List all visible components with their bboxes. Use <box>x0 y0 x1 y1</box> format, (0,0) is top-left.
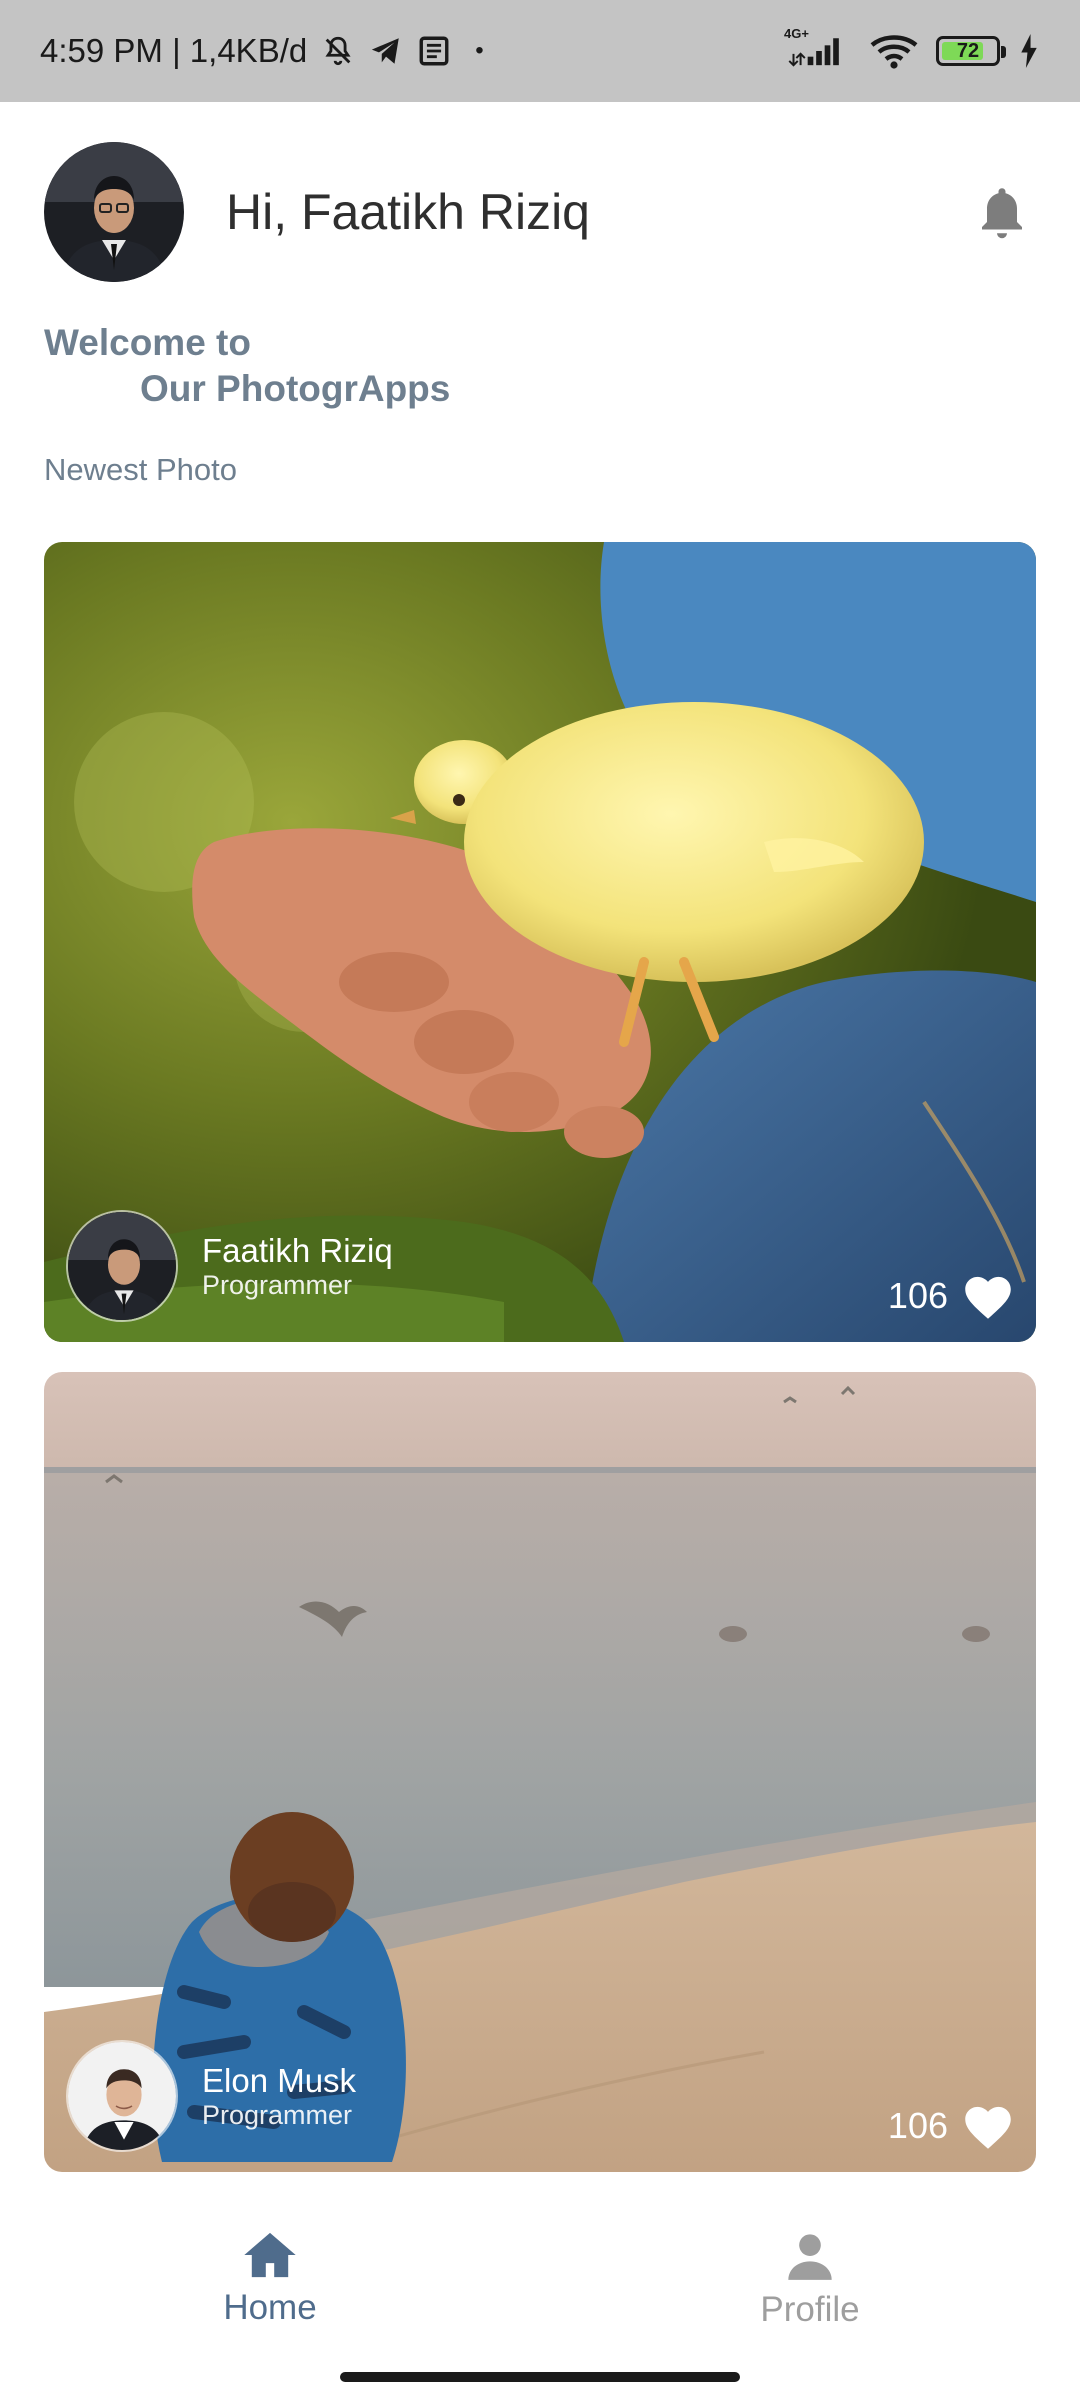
status-time: 4:59 PM | 1,4KB/d <box>40 32 308 69</box>
owner-role: Programmer <box>202 2100 353 2130</box>
section-title: Newest Photo <box>44 452 237 487</box>
gesture-home-bar[interactable] <box>340 2372 740 2382</box>
header: Hi, Faatikh Riziq <box>44 142 1036 282</box>
welcome-line-1: Welcome to <box>44 322 251 363</box>
nav-label-profile: Profile <box>760 2290 860 2329</box>
greeting-text: Hi, Faatikh Riziq <box>226 184 590 240</box>
news-icon <box>417 34 451 68</box>
owner-avatar[interactable] <box>66 1210 178 1322</box>
user-avatar[interactable] <box>44 142 184 282</box>
cellular-signal-icon: 4G+ <box>784 26 852 68</box>
battery-icon: 72 <box>936 36 1006 66</box>
notification-bell-icon[interactable] <box>972 182 1032 242</box>
home-icon <box>244 2232 296 2278</box>
like-count: 106 <box>887 2105 948 2146</box>
heart-icon[interactable] <box>962 1272 1014 1320</box>
battery-level: 72 <box>956 39 980 62</box>
charging-icon <box>1018 34 1040 68</box>
welcome-line-2: Our PhotogrApps <box>140 368 451 409</box>
owner-role: Programmer <box>202 1270 353 1300</box>
network-type: 4G+ <box>784 26 809 41</box>
owner-name: Faatikh Riziq <box>202 1232 393 1269</box>
owner-avatar[interactable] <box>66 2040 178 2152</box>
telegram-icon <box>369 34 403 68</box>
post-owner[interactable]: Faatikh Riziq Programmer <box>66 1210 393 1322</box>
welcome-heading: Welcome to Our PhotogrApps <box>44 320 450 412</box>
mute-icon <box>321 34 355 68</box>
bottom-navigation: Home Profile <box>0 2200 1080 2400</box>
heart-icon[interactable] <box>962 2102 1014 2150</box>
nav-label-home: Home <box>223 2288 317 2327</box>
post-owner[interactable]: Elon Musk Programmer <box>66 2040 356 2152</box>
nav-item-home[interactable]: Home <box>150 2230 390 2328</box>
status-bar: 4:59 PM | 1,4KB/d • 4G+ 72 <box>0 0 1080 102</box>
photo-card[interactable]: Faatikh Riziq Programmer 106 <box>44 542 1036 1342</box>
nav-item-profile[interactable]: Profile <box>690 2230 930 2330</box>
like-count: 106 <box>887 1275 948 1316</box>
status-dot: • <box>475 37 484 64</box>
photo-card[interactable]: Elon Musk Programmer 106 <box>44 1372 1036 2172</box>
owner-name: Elon Musk <box>202 2062 357 2099</box>
like-control[interactable]: 106 <box>888 2102 1014 2150</box>
wifi-icon <box>870 33 918 69</box>
person-icon <box>788 2234 832 2280</box>
like-control[interactable]: 106 <box>888 1272 1014 1320</box>
